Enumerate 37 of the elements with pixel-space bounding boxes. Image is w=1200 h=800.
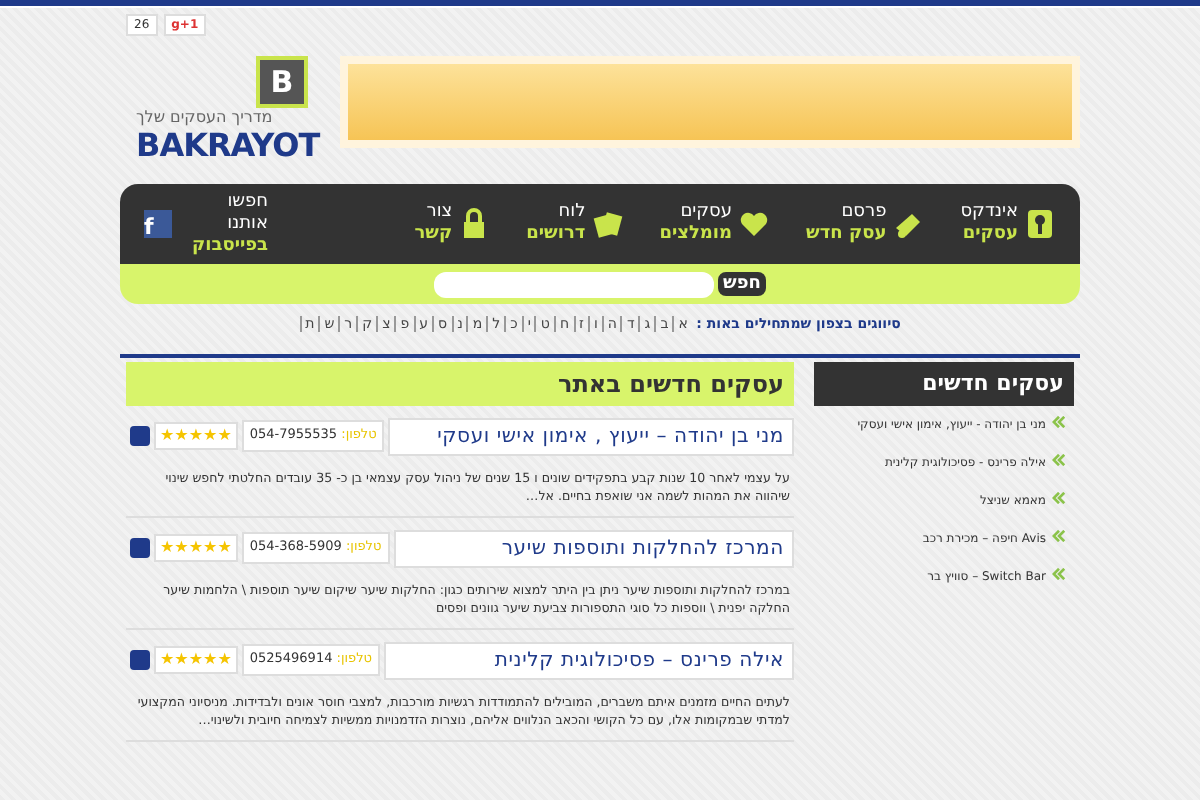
nav-link[interactable]: צור קשר — [414, 202, 491, 246]
star-icon: ★ — [188, 426, 204, 446]
sidebar-heading: עסקים חדשים — [814, 361, 1074, 406]
star-icon: ★ — [188, 650, 204, 670]
star-icon: ★ — [217, 426, 232, 446]
star-icon: ★ — [174, 538, 189, 558]
star-icon: ★ — [188, 538, 204, 558]
business-title[interactable]: המרכז להחלקות ותוספות שיער — [393, 529, 794, 567]
star-icon: ★ — [160, 426, 175, 446]
double-arrow-icon — [1052, 568, 1066, 580]
business-title[interactable]: אילה פרינס – פסיכולוגית קלינית — [384, 641, 794, 679]
double-arrow-icon — [1052, 530, 1066, 542]
double-arrow-icon — [1052, 454, 1066, 466]
star-icon: ★ — [174, 650, 189, 670]
star-icon: ★ — [217, 538, 232, 558]
star-icon: ★ — [174, 426, 189, 446]
star-icon: ★ — [203, 538, 218, 558]
double-arrow-icon — [1052, 492, 1066, 504]
search-field[interactable] — [433, 271, 714, 297]
key-icon — [1024, 208, 1056, 240]
nav-link[interactable]: פרסם עסק חדש — [806, 202, 925, 246]
logo-badge: B — [256, 56, 308, 108]
nav-link[interactable]: לוח דרושים — [526, 202, 624, 246]
nav-link[interactable]: עסקים מומלצים — [659, 202, 771, 246]
search-button[interactable]: חפש — [717, 272, 767, 296]
double-arrow-icon — [1052, 416, 1066, 428]
star-icon: ★ — [203, 650, 218, 670]
star-icon: ★ — [160, 650, 175, 670]
star-icon: ★ — [160, 538, 175, 558]
nav-link[interactable]: אינדקס עסקים — [960, 202, 1056, 246]
facebook-icon: f — [144, 210, 172, 238]
heart-icon — [738, 208, 771, 240]
cards-icon — [591, 208, 624, 240]
star-icon: ★ — [203, 426, 218, 446]
business-title[interactable]: מני בן יהודה – ייעוץ , אימון אישי ועסקי — [388, 417, 794, 455]
section-heading: עסקים חדשים באתר — [126, 361, 794, 405]
star-icon: ★ — [217, 650, 232, 670]
